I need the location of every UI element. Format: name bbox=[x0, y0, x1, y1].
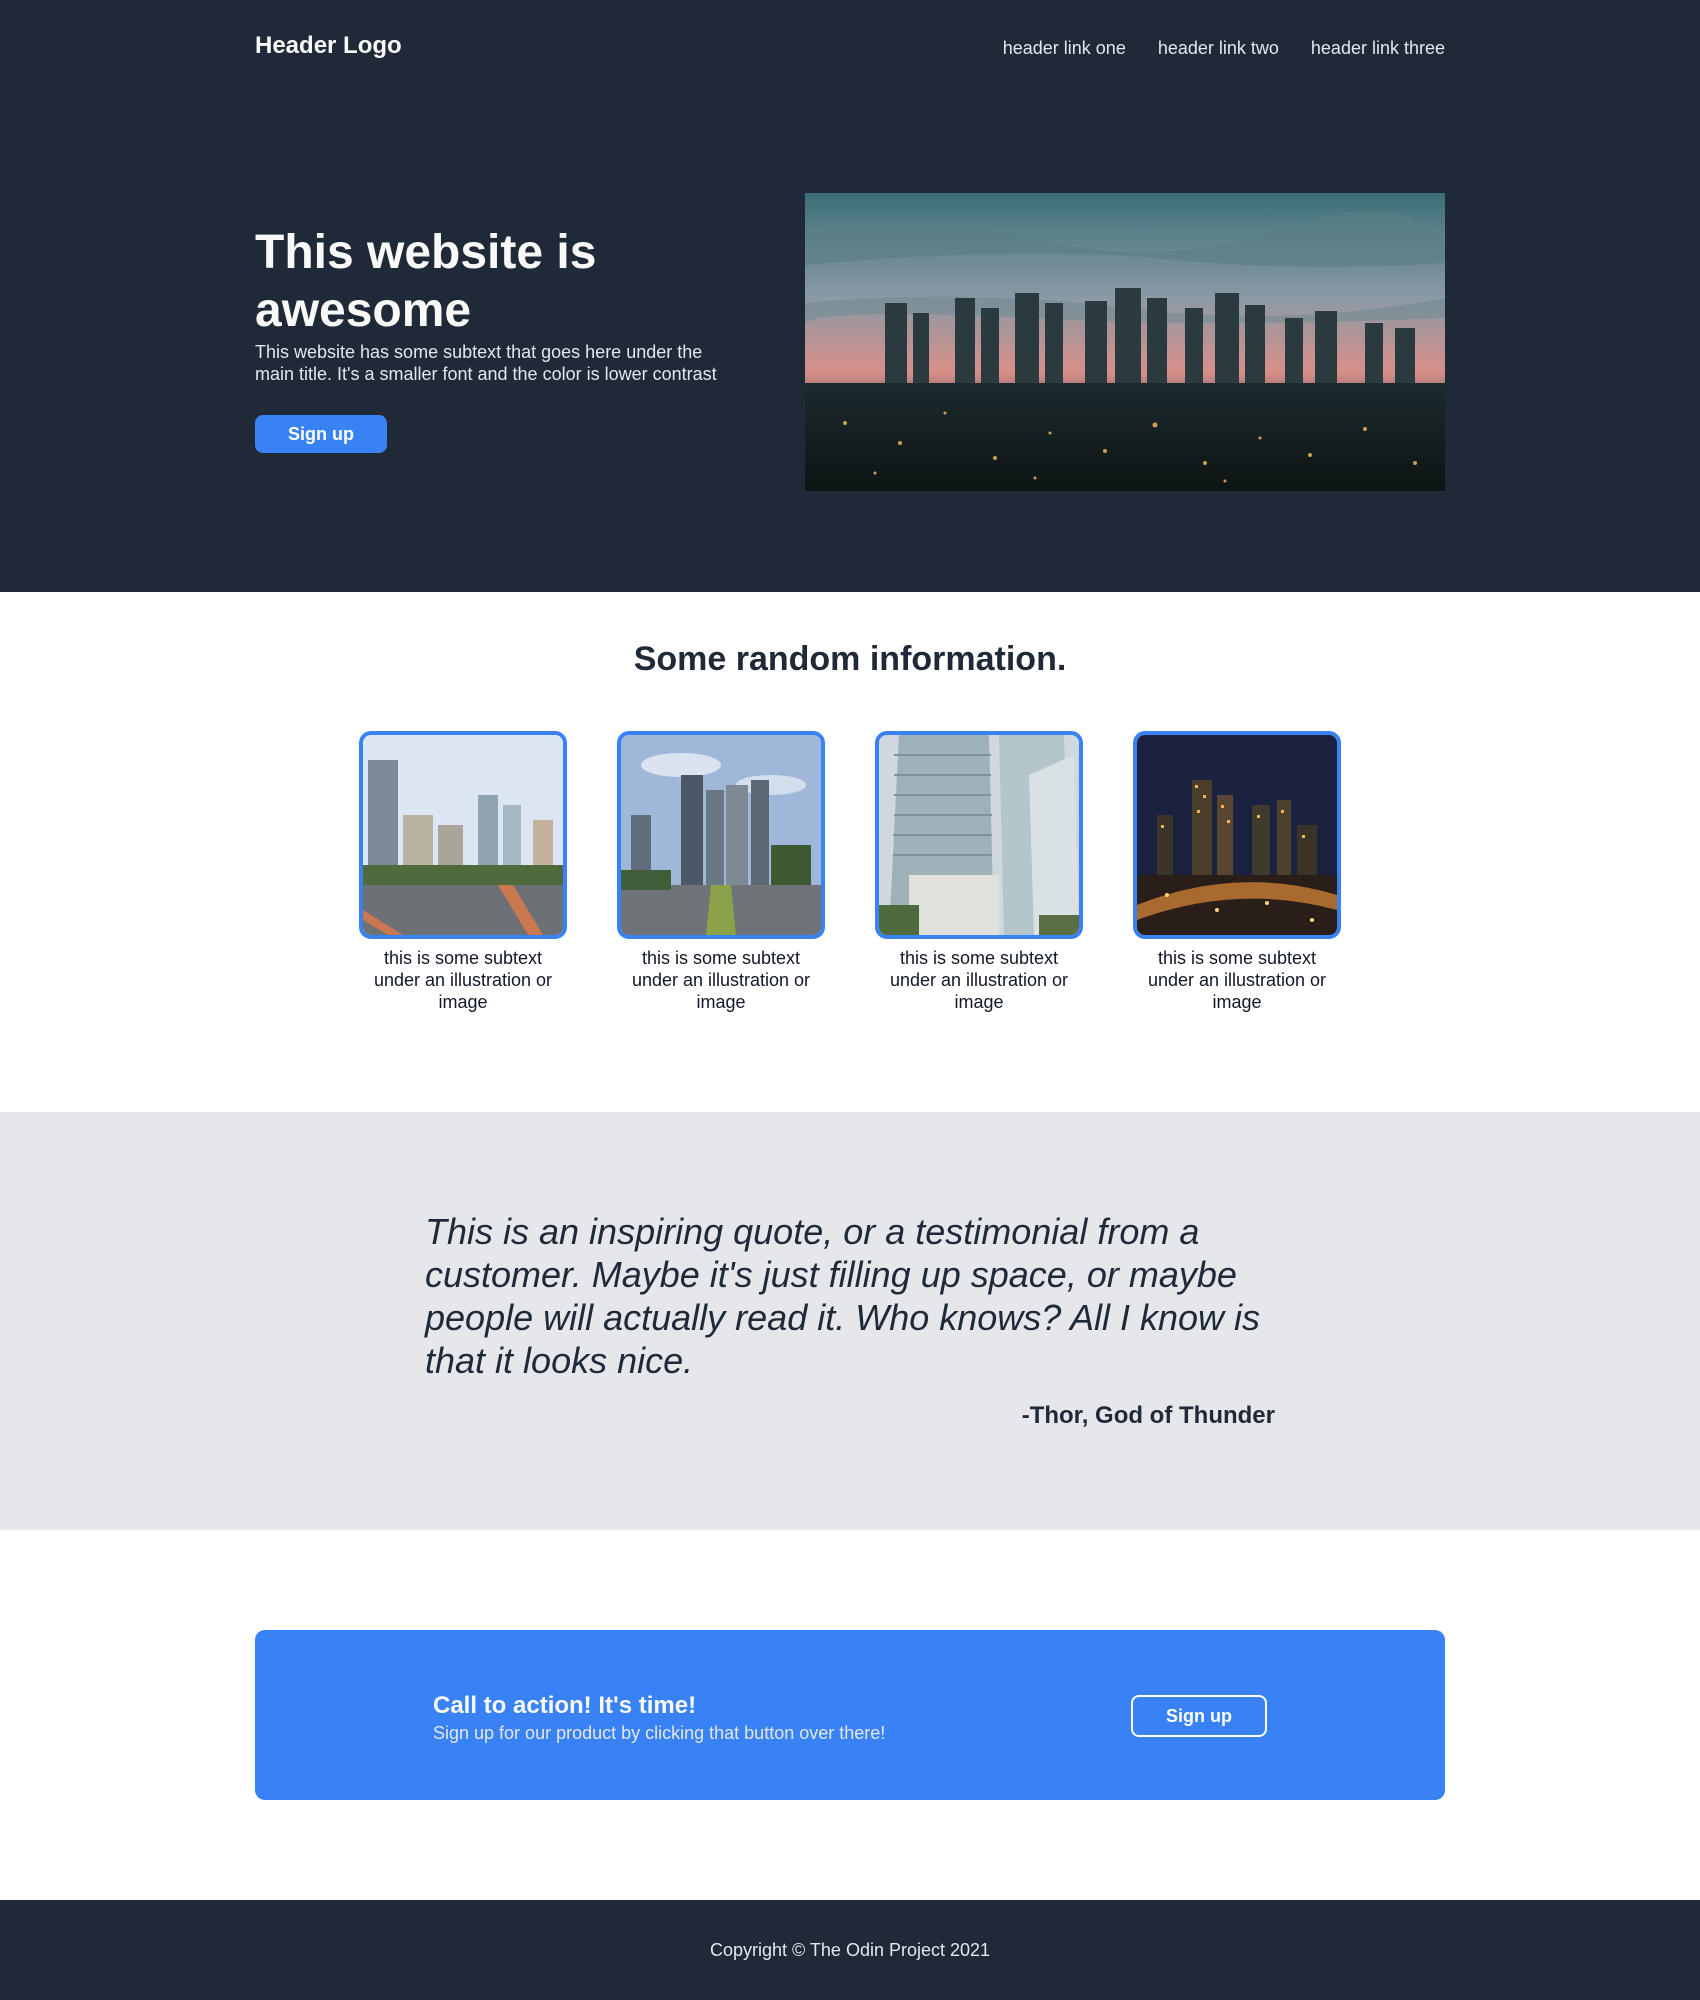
card-subtext: this is some subtext under an illustrati… bbox=[889, 948, 1069, 1012]
card-night-city-image bbox=[1133, 731, 1341, 939]
card-tower-image bbox=[875, 731, 1083, 939]
header-link-one[interactable]: header link one bbox=[1003, 38, 1126, 59]
header-link-three[interactable]: header link three bbox=[1311, 38, 1445, 59]
info-card: this is some subtext under an illustrati… bbox=[1133, 731, 1341, 1013]
call-to-action-box: Call to action! It's time! Sign up for o… bbox=[255, 1630, 1445, 1800]
header-link-two[interactable]: header link two bbox=[1158, 38, 1279, 59]
cta-signup-button[interactable]: Sign up bbox=[1131, 1695, 1267, 1737]
hero-title: This website is awesome bbox=[255, 226, 597, 337]
card-avenue-image bbox=[617, 731, 825, 939]
info-section-title: Some random information. bbox=[633, 640, 1067, 678]
card-street-city-image bbox=[359, 731, 567, 939]
hero-subtext: This website has some subtext that goes … bbox=[255, 342, 717, 384]
footer-copyright: Copyright © The Odin Project 2021 bbox=[709, 1940, 991, 1960]
header-logo[interactable]: Header Logo bbox=[255, 32, 402, 60]
testimonial-quote: This is an inspiring quote, or a testimo… bbox=[425, 1211, 1261, 1381]
card-subtext: this is some subtext under an illustrati… bbox=[1147, 948, 1327, 1012]
quote-section: This is an inspiring quote, or a testimo… bbox=[0, 1112, 1700, 1530]
cta-subtext: Sign up for our product by clicking that… bbox=[433, 1723, 886, 1743]
hero-section: Header Logo header link one header link … bbox=[0, 0, 1700, 592]
cta-title: Call to action! It's time! bbox=[433, 1692, 697, 1719]
header-nav: header link one header link two header l… bbox=[1003, 38, 1445, 59]
footer: Copyright © The Odin Project 2021 bbox=[0, 1900, 1700, 2000]
info-card: this is some subtext under an illustrati… bbox=[359, 731, 567, 1013]
card-subtext: this is some subtext under an illustrati… bbox=[373, 948, 553, 1012]
card-subtext: this is some subtext under an illustrati… bbox=[631, 948, 811, 1012]
hero-signup-button[interactable]: Sign up bbox=[255, 415, 387, 453]
info-card: this is some subtext under an illustrati… bbox=[617, 731, 825, 1013]
info-card: this is some subtext under an illustrati… bbox=[875, 731, 1083, 1013]
quote-author: -Thor, God of Thunder bbox=[1021, 1402, 1275, 1429]
hero-city-skyline-image bbox=[805, 193, 1445, 491]
